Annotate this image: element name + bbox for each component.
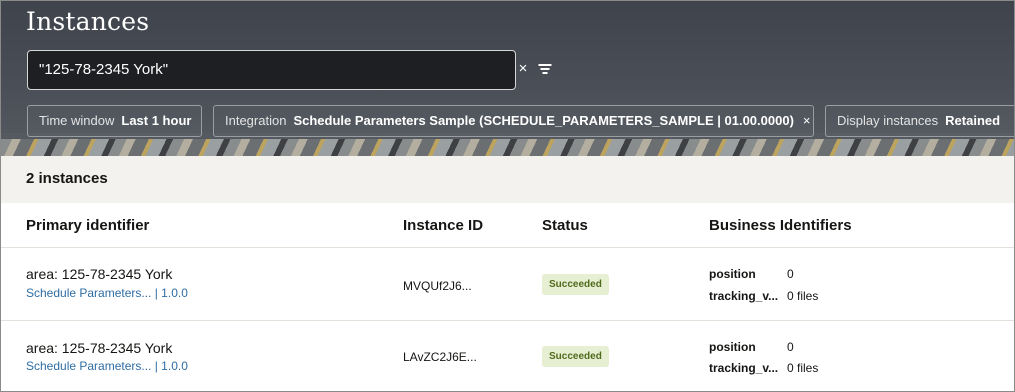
business-identifier-value: 0: [787, 340, 794, 354]
business-identifier-value: 0 files: [787, 361, 819, 375]
results-count: 2 instances: [26, 170, 108, 187]
instances-page: Instances "125-78-2345 York" × Time wind…: [0, 0, 1015, 392]
integration-label: Integration: [225, 113, 287, 128]
column-header-primary-identifier: Primary identifier: [26, 217, 150, 234]
status-badge: Succeeded: [542, 346, 609, 367]
remove-filter-icon[interactable]: ×: [803, 113, 811, 128]
table-divider: [1, 320, 1014, 321]
integration-value: Schedule Parameters Sample (SCHEDULE_PAR…: [293, 113, 794, 128]
integration-filter-chip[interactable]: Integration Schedule Parameters Sample (S…: [213, 105, 814, 137]
display-instances-value: Retained: [945, 113, 1001, 128]
filter-icon[interactable]: [538, 62, 552, 76]
column-header-status: Status: [542, 217, 588, 234]
instance-id[interactable]: LAvZC2J6E...: [403, 350, 477, 364]
business-identifier-value: 0: [787, 267, 794, 281]
time-window-filter-chip[interactable]: Time window Last 1 hour: [27, 105, 202, 137]
business-identifier-value: 0 files: [787, 289, 819, 303]
primary-identifier: area: 125-78-2345 York: [26, 266, 173, 282]
column-header-instance-id: Instance ID: [403, 217, 484, 234]
integration-link[interactable]: Schedule Parameters... | 1.0.0: [26, 286, 188, 300]
table-divider: [1, 247, 1014, 248]
results-count-bar: [1, 156, 1014, 203]
header-banner-image: [1, 139, 1014, 156]
business-identifier-key: tracking_v...: [709, 289, 779, 303]
status-badge: Succeeded: [542, 274, 609, 295]
instance-id[interactable]: MVQUf2J6...: [403, 279, 472, 293]
time-window-value: Last 1 hour: [121, 113, 192, 128]
search-input[interactable]: "125-78-2345 York": [27, 50, 516, 90]
display-instances-filter-chip[interactable]: Display instances Retained: [825, 105, 1014, 137]
page-title: Instances: [26, 7, 150, 36]
column-header-business-identifiers: Business Identifiers: [709, 217, 852, 234]
primary-identifier: area: 125-78-2345 York: [26, 340, 173, 356]
integration-link[interactable]: Schedule Parameters... | 1.0.0: [26, 359, 188, 373]
business-identifier-key: tracking_v...: [709, 361, 779, 375]
business-identifier-key: position: [709, 267, 756, 281]
time-window-label: Time window: [39, 113, 115, 128]
clear-search-icon[interactable]: ×: [517, 61, 529, 77]
business-identifier-key: position: [709, 340, 756, 354]
page-header: Instances "125-78-2345 York" × Time wind…: [1, 1, 1014, 156]
display-instances-label: Display instances: [837, 113, 939, 128]
